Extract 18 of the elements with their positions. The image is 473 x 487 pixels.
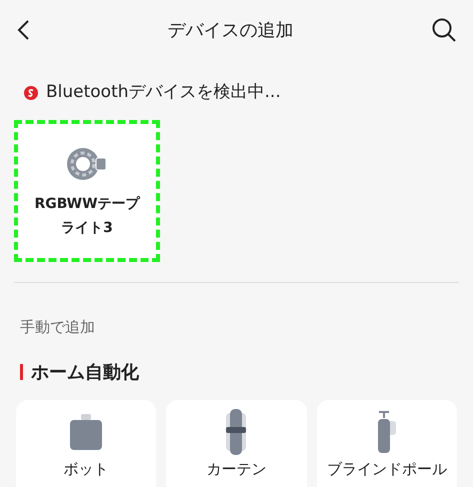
back-icon[interactable] <box>16 19 30 41</box>
section-label: 手動で追加 <box>20 318 95 336</box>
product-name: ブラインドポール <box>326 460 447 478</box>
product-card[interactable]: ボット <box>16 400 156 487</box>
product-name: カーテン <box>206 460 266 478</box>
device-card[interactable]: RGBWWテープライト3 <box>14 120 160 262</box>
page-title: デバイスの追加 <box>168 18 294 42</box>
product-card[interactable]: ブラインドポール <box>316 400 457 487</box>
product-name: ボット <box>64 460 109 478</box>
accent-bar <box>20 364 23 380</box>
category-title: ホーム自動化 <box>31 360 139 384</box>
product-card[interactable]: カーテン <box>166 400 307 487</box>
device-icon <box>68 412 104 452</box>
device-name: RGBWWテープライト3 <box>33 194 142 238</box>
search-icon[interactable] <box>431 17 457 43</box>
device-icon <box>376 410 398 452</box>
scanning-status: Bluetoothデバイスを検出中... <box>46 81 281 104</box>
scanning-icon <box>24 86 38 100</box>
